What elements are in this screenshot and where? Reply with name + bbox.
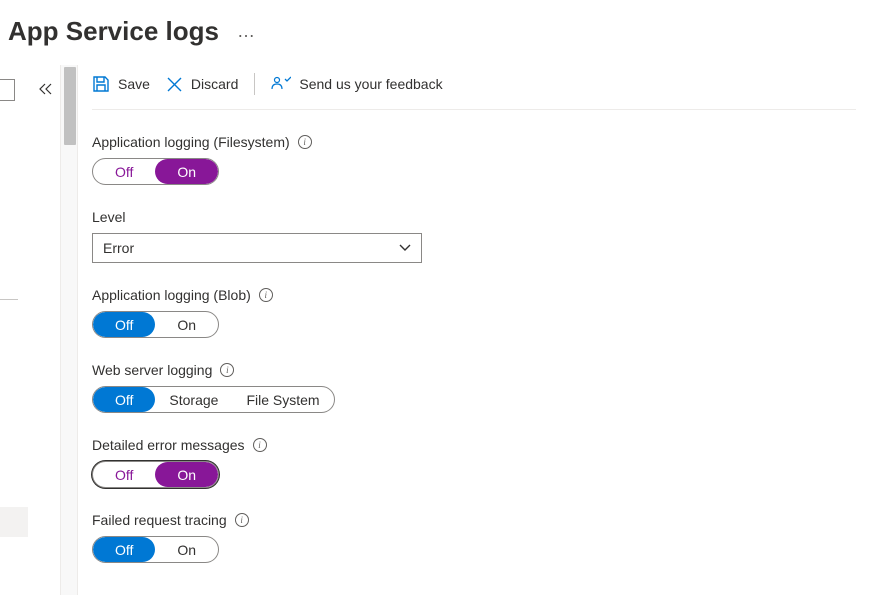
rail-active-item[interactable] [0, 507, 28, 537]
failed-request-off[interactable]: Off [93, 537, 155, 562]
web-server-logging-toggle[interactable]: Off Storage File System [92, 386, 335, 413]
app-logging-fs-label: Application logging (Filesystem) [92, 134, 290, 150]
web-server-off[interactable]: Off [93, 387, 155, 412]
rail-divider [0, 299, 18, 300]
detailed-errors-off[interactable]: Off [93, 462, 155, 487]
save-icon [92, 75, 110, 93]
collapse-rail-button[interactable] [38, 82, 54, 99]
failed-request-toggle[interactable]: Off On [92, 536, 219, 563]
discard-label: Discard [191, 76, 238, 92]
toolbar-divider [254, 73, 255, 95]
web-server-logging-label: Web server logging [92, 362, 212, 378]
save-button[interactable]: Save [92, 75, 150, 93]
info-icon[interactable]: i [235, 513, 249, 527]
app-logging-blob-on[interactable]: On [155, 312, 218, 337]
level-select[interactable]: Error [92, 233, 422, 263]
info-icon[interactable]: i [259, 288, 273, 302]
app-logging-fs-toggle[interactable]: Off On [92, 158, 219, 185]
app-logging-fs-on[interactable]: On [155, 159, 218, 184]
app-logging-blob-off[interactable]: Off [93, 312, 155, 337]
failed-request-label: Failed request tracing [92, 512, 227, 528]
feedback-button[interactable]: Send us your feedback [271, 76, 442, 93]
left-rail [0, 65, 60, 595]
app-logging-blob-toggle[interactable]: Off On [92, 311, 219, 338]
toolbar: Save Discard Send us your feedback [92, 65, 856, 110]
info-icon[interactable]: i [253, 438, 267, 452]
detailed-errors-on[interactable]: On [155, 462, 218, 487]
web-server-filesystem[interactable]: File System [232, 387, 333, 412]
more-actions-button[interactable]: … [237, 21, 256, 42]
page-title: App Service logs [8, 16, 219, 47]
rail-box [0, 79, 15, 101]
level-label: Level [92, 209, 125, 225]
save-label: Save [118, 76, 150, 92]
app-logging-blob-label: Application logging (Blob) [92, 287, 251, 303]
detailed-errors-toggle[interactable]: Off On [92, 461, 219, 488]
feedback-icon [271, 76, 291, 93]
scrollbar-thumb[interactable] [64, 67, 76, 145]
close-icon [166, 76, 183, 93]
scrollbar[interactable] [60, 65, 78, 595]
detailed-errors-label: Detailed error messages [92, 437, 245, 453]
info-icon[interactable]: i [220, 363, 234, 377]
feedback-label: Send us your feedback [299, 76, 442, 92]
discard-button[interactable]: Discard [166, 76, 238, 93]
info-icon[interactable]: i [298, 135, 312, 149]
failed-request-on[interactable]: On [155, 537, 218, 562]
web-server-storage[interactable]: Storage [155, 387, 232, 412]
level-value: Error [103, 240, 134, 256]
app-logging-fs-off[interactable]: Off [93, 159, 155, 184]
